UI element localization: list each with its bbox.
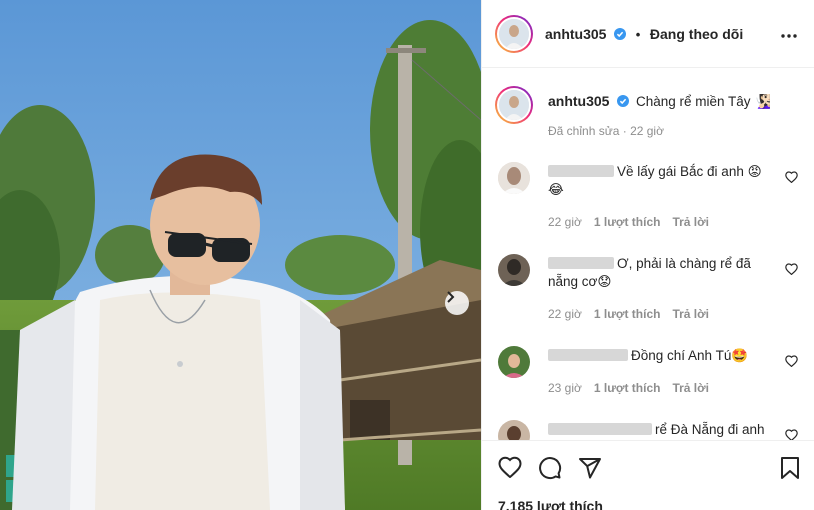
more-icon bbox=[781, 26, 797, 41]
reply-button[interactable]: Trả lời bbox=[672, 381, 709, 395]
comment-item: Ơ, phải là chàng rể đã nẵng cơ😟 22 giờ 1 … bbox=[498, 253, 798, 323]
commenter-username-redacted[interactable] bbox=[548, 349, 628, 361]
comment-icon bbox=[539, 457, 562, 480]
caption-text: Chàng rể miền Tây 🧏🏻‍♀️ bbox=[636, 94, 772, 109]
post-side-panel: anhtu305 • Đang theo dõi anhtu305 Chàng … bbox=[481, 0, 814, 510]
comment-text: Ơ, phải là chàng rể đã nẵng cơ😟 bbox=[548, 256, 751, 289]
commenter-username-redacted[interactable] bbox=[548, 423, 652, 435]
reply-button[interactable]: Trả lời bbox=[672, 215, 709, 229]
commenter-username-redacted[interactable] bbox=[548, 165, 614, 177]
comment-text: rể Đà Nẵng đi anh bbox=[548, 421, 773, 439]
caption-text-line: anhtu305 Chàng rể miền Tây 🧏🏻‍♀️ bbox=[548, 92, 798, 111]
more-options-button[interactable] bbox=[781, 26, 797, 41]
caption-meta: Đã chỉnh sửa · 22 giờ bbox=[548, 124, 664, 138]
commenter-username-redacted[interactable] bbox=[548, 257, 614, 269]
commenter-avatar[interactable] bbox=[498, 420, 530, 440]
next-photo-button[interactable] bbox=[445, 291, 469, 315]
comment-meta: 22 giờ 1 lượt thích Trả lời bbox=[548, 215, 709, 229]
heart-icon bbox=[498, 456, 522, 479]
share-button[interactable] bbox=[578, 456, 602, 483]
comment-item: rể Đà Nẵng đi anh bbox=[498, 419, 798, 440]
comment-text: Đồng chí Anh Tú🤩 bbox=[548, 347, 773, 365]
following-button[interactable]: Đang theo dõi bbox=[650, 26, 743, 42]
reply-button[interactable]: Trả lời bbox=[672, 307, 709, 321]
caption-row: anhtu305 Chàng rể miền Tây 🧏🏻‍♀️ Đã chỉn… bbox=[495, 84, 798, 144]
caption-avatar[interactable] bbox=[495, 86, 533, 124]
post-photo[interactable] bbox=[0, 0, 481, 510]
separator-dot: • bbox=[635, 27, 641, 42]
share-icon bbox=[579, 458, 601, 479]
comments-list[interactable]: anhtu305 Chàng rể miền Tây 🧏🏻‍♀️ Đã chỉn… bbox=[482, 69, 814, 440]
heart-icon[interactable] bbox=[785, 263, 798, 278]
comment-item: Về lấy gái Bắc đi anh 😡 😂 22 giờ 1 lượt t… bbox=[498, 161, 798, 231]
comment-likes[interactable]: 1 lượt thích bbox=[594, 307, 661, 321]
photo-scene bbox=[0, 0, 481, 510]
commenter-avatar[interactable] bbox=[498, 346, 530, 378]
author-avatar[interactable] bbox=[495, 15, 533, 53]
verified-icon bbox=[614, 28, 627, 40]
header-title-row: anhtu305 • Đang theo dõi bbox=[545, 26, 743, 42]
comment-meta: 23 giờ 1 lượt thích Trả lời bbox=[548, 381, 709, 395]
caption-username[interactable]: anhtu305 bbox=[548, 93, 609, 109]
post-header: anhtu305 • Đang theo dõi bbox=[482, 0, 814, 68]
comment-likes[interactable]: 1 lượt thích bbox=[594, 381, 661, 395]
save-icon bbox=[781, 457, 799, 479]
post-actions: 7.185 lượt thích bbox=[482, 440, 814, 510]
author-username[interactable]: anhtu305 bbox=[545, 26, 606, 42]
likes-count[interactable]: 7.185 lượt thích bbox=[498, 498, 603, 510]
commenter-avatar[interactable] bbox=[498, 162, 530, 194]
commenter-avatar[interactable] bbox=[498, 254, 530, 286]
heart-icon[interactable] bbox=[785, 429, 798, 440]
save-button[interactable] bbox=[780, 456, 800, 483]
comment-item: Đồng chí Anh Tú🤩 23 giờ 1 lượt thích Trả l… bbox=[498, 345, 798, 399]
comment-likes[interactable]: 1 lượt thích bbox=[594, 215, 661, 229]
comment-meta: 22 giờ 1 lượt thích Trả lời bbox=[548, 307, 709, 321]
comment-button[interactable] bbox=[538, 456, 562, 483]
like-button[interactable] bbox=[498, 456, 522, 481]
heart-icon[interactable] bbox=[785, 355, 798, 370]
comment-text: Về lấy gái Bắc đi anh 😡 😂 bbox=[548, 164, 762, 197]
heart-icon[interactable] bbox=[785, 171, 798, 186]
verified-icon bbox=[617, 94, 630, 107]
